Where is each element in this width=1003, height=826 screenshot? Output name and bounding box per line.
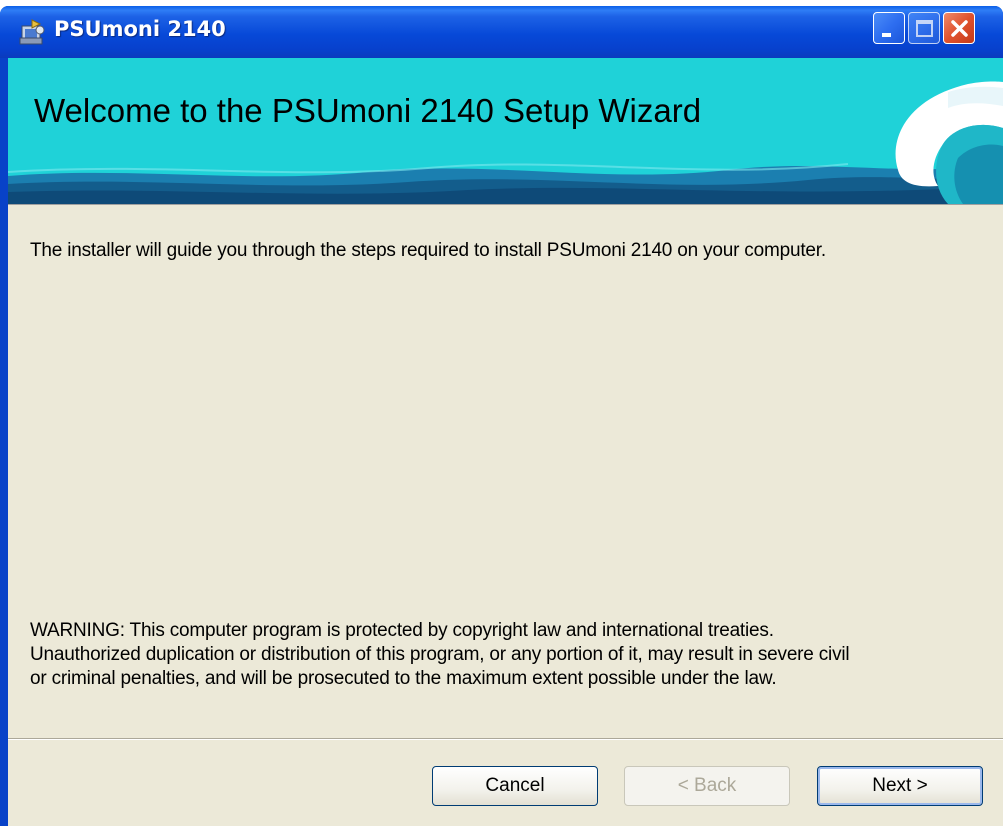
copyright-warning: WARNING: This computer program is protec… bbox=[30, 619, 990, 691]
installer-icon bbox=[18, 18, 46, 46]
wave-banner-art bbox=[8, 81, 1003, 204]
warning-line: WARNING: This computer program is protec… bbox=[30, 620, 774, 641]
close-icon bbox=[951, 20, 968, 37]
intro-text: The installer will guide you through the… bbox=[30, 240, 826, 261]
setup-wizard-window: PSUmoni 2140 Welcome to the PSUmoni 2140… bbox=[0, 6, 1003, 826]
wizard-heading: Welcome to the PSUmoni 2140 Setup Wizard bbox=[34, 92, 702, 129]
maximize-icon bbox=[916, 20, 933, 37]
footer-divider bbox=[8, 738, 1003, 740]
maximize-button bbox=[908, 12, 940, 44]
minimize-button[interactable] bbox=[873, 12, 905, 44]
minimize-icon bbox=[882, 33, 891, 37]
warning-line: Unauthorized duplication or distribution… bbox=[30, 644, 850, 665]
next-button[interactable]: Next > bbox=[817, 766, 983, 806]
dialog-client-area: Welcome to the PSUmoni 2140 Setup Wizard… bbox=[8, 58, 1003, 826]
cancel-button[interactable]: Cancel bbox=[432, 766, 598, 806]
close-button[interactable] bbox=[943, 12, 975, 44]
warning-line: or criminal penalties, and will be prose… bbox=[30, 668, 777, 689]
wizard-banner: Welcome to the PSUmoni 2140 Setup Wizard bbox=[8, 58, 1003, 205]
title-bar[interactable]: PSUmoni 2140 bbox=[0, 6, 1003, 58]
back-button: < Back bbox=[624, 766, 790, 806]
window-title: PSUmoni 2140 bbox=[54, 17, 226, 41]
